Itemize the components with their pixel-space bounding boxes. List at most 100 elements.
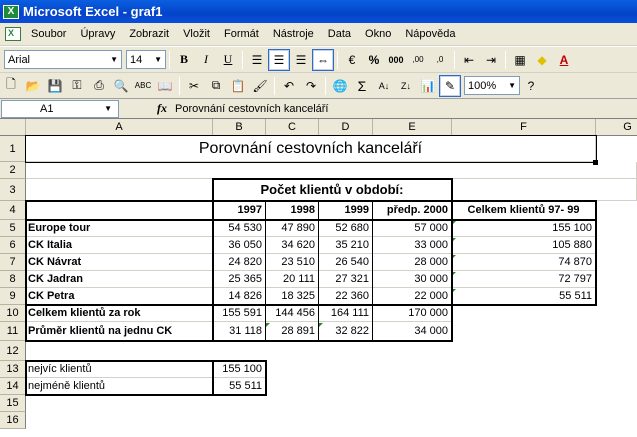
save-icon[interactable]: 💾 [44,75,66,97]
sort-ascending-icon[interactable]: A↓ [373,75,395,97]
sum-cell[interactable]: 170 000 [373,305,452,322]
row-header-11[interactable]: 11 [0,322,26,341]
menu-vlozit[interactable]: Vložit [176,28,217,40]
function-icon[interactable]: fx [157,101,167,116]
value-cell[interactable]: 30 000 [373,271,452,288]
column-header-g[interactable]: G [596,119,637,136]
value-cell[interactable]: 24 820 [213,254,266,271]
thousands-icon[interactable]: 000 [385,49,407,71]
value-cell[interactable]: 34 620 [266,237,319,254]
value-cell[interactable]: 26 540 [319,254,373,271]
chart-wizard-icon[interactable]: 📊 [417,75,439,97]
underline-icon[interactable]: U [217,49,239,71]
total-cell[interactable]: 55 511 [452,288,596,305]
print-preview-icon[interactable]: 🔍 [110,75,132,97]
value-cell[interactable]: 28 000 [373,254,452,271]
select-all-corner[interactable] [0,119,26,136]
menu-soubor[interactable]: Soubor [24,28,73,40]
currency-icon[interactable]: € [341,49,363,71]
help-icon[interactable]: ? [520,75,542,97]
spelling-icon[interactable]: ABC [132,75,154,97]
row-header-16[interactable]: 16 [0,412,26,429]
increase-decimal-icon[interactable]: ,00 [407,49,429,71]
sum-cell[interactable]: 144 456 [266,305,319,322]
workbook-icon[interactable] [5,27,21,41]
autosum-icon[interactable]: Σ [351,75,373,97]
cut-icon[interactable]: ✂ [183,75,205,97]
row-header-1[interactable]: 1 [0,136,26,162]
name-box[interactable]: A1 ▼ [1,99,119,118]
redo-icon[interactable]: ↷ [300,75,322,97]
research-icon[interactable]: 📖 [154,75,176,97]
menu-okno[interactable]: Okno [358,28,398,40]
avg-cell[interactable]: 28 891 [266,322,319,341]
paste-icon[interactable]: 📋 [227,75,249,97]
new-document-icon[interactable]: 🗋 [0,75,22,97]
row-header-6[interactable]: 6 [0,237,26,254]
min-value-cell[interactable]: 55 511 [213,378,266,395]
empty-cell[interactable] [452,179,637,201]
value-cell[interactable]: 54 530 [213,220,266,237]
menu-data[interactable]: Data [321,28,358,40]
year-header-1997[interactable]: 1997 [213,201,266,220]
avg-cell[interactable]: 34 000 [373,322,452,341]
sum-cell[interactable]: 155 591 [213,305,266,322]
row-header-9[interactable]: 9 [0,288,26,305]
value-cell[interactable]: 25 365 [213,271,266,288]
menu-upravy[interactable]: Úpravy [73,28,122,40]
total-cell[interactable]: 105 880 [452,237,596,254]
merge-center-icon[interactable]: ⇔ [312,48,334,71]
agency-name-cell[interactable]: Europe tour [26,220,213,237]
row-header-3[interactable]: 3 [0,179,26,201]
menu-zobrazit[interactable]: Zobrazit [122,28,176,40]
row-header-7[interactable]: 7 [0,254,26,271]
align-right-icon[interactable]: ☰ [290,49,312,71]
align-left-icon[interactable]: ☰ [246,49,268,71]
undo-icon[interactable]: ↶ [278,75,300,97]
increase-indent-icon[interactable]: ⇥ [480,49,502,71]
menu-format[interactable]: Formát [217,28,266,40]
max-value-cell[interactable]: 155 100 [213,361,266,378]
align-center-icon[interactable]: ☰ [268,48,290,71]
drawing-icon[interactable]: ✎ [439,74,461,97]
value-cell[interactable]: 52 680 [319,220,373,237]
font-color-icon[interactable]: A [553,49,575,71]
value-cell[interactable]: 22 360 [319,288,373,305]
open-folder-icon[interactable]: 📂 [22,75,44,97]
column-header-c[interactable]: C [266,119,319,136]
agency-name-cell[interactable]: CK Petra [26,288,213,305]
print-icon[interactable]: ⎙ [88,75,110,97]
empty-cell[interactable] [26,179,213,201]
value-cell[interactable]: 20 111 [266,271,319,288]
worksheet-grid[interactable]: A B C D E F G 1 2 3 4 5 6 7 8 9 10 11 12… [0,119,637,437]
avg-cell[interactable]: 32 822 [319,322,373,341]
agency-name-cell[interactable]: CK Italia [26,237,213,254]
value-cell[interactable]: 18 325 [266,288,319,305]
column-header-b[interactable]: B [213,119,266,136]
fill-color-icon[interactable]: ◆ [531,49,553,71]
year-header-1999[interactable]: 1999 [319,201,373,220]
sum-cell[interactable]: 164 111 [319,305,373,322]
column-header-d[interactable]: D [319,119,373,136]
total-cell[interactable]: 74 870 [452,254,596,271]
column-header-e[interactable]: E [373,119,452,136]
value-cell[interactable]: 36 050 [213,237,266,254]
row-header-8[interactable]: 8 [0,271,26,288]
period-header-cell[interactable]: Počet klientů v období: [213,179,452,201]
sheet-title-cell[interactable]: Porovnání cestovních kanceláří [26,136,596,162]
value-cell[interactable]: 22 000 [373,288,452,305]
hyperlink-icon[interactable]: 🌐 [329,75,351,97]
borders-icon[interactable]: ▦ [509,49,531,71]
font-size-select[interactable]: 14 ▼ [126,50,166,69]
menu-napoveda[interactable]: Nápověda [398,28,462,40]
row-header-4[interactable]: 4 [0,201,26,220]
value-cell[interactable]: 27 321 [319,271,373,288]
avg-cell[interactable]: 31 118 [213,322,266,341]
zoom-select[interactable]: 100% ▼ [464,76,520,95]
agency-name-cell[interactable]: CK Jadran [26,271,213,288]
decrease-decimal-icon[interactable]: ,0 [429,49,451,71]
value-cell[interactable]: 35 210 [319,237,373,254]
row-header-12[interactable]: 12 [0,341,26,361]
copy-icon[interactable]: ⧉ [205,75,227,97]
value-cell[interactable]: 14 826 [213,288,266,305]
